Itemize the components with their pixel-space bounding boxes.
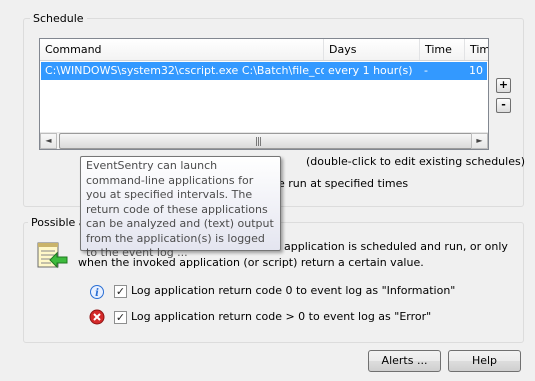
tooltip-text: EventSentry can launch command-line appl… bbox=[86, 159, 274, 259]
scroll-right-button[interactable]: ► bbox=[471, 133, 488, 149]
scroll-left-button[interactable]: ◄ bbox=[40, 133, 57, 149]
possible-text-line1: application is scheduled and run, or onl… bbox=[284, 240, 508, 253]
error-icon bbox=[89, 309, 105, 325]
cell-time: - bbox=[424, 64, 428, 77]
notepad-arrow-icon bbox=[35, 240, 69, 272]
log-error-label[interactable]: Log application return code > 0 to event… bbox=[131, 310, 431, 323]
tooltip: EventSentry can launch command-line appl… bbox=[80, 156, 281, 259]
cell-time-2: 10 bbox=[469, 64, 483, 77]
cell-command: C:\WINDOWS\system32\cscript.exe C:\Batch… bbox=[45, 64, 324, 77]
cell-days: every 1 hour(s) bbox=[328, 64, 413, 77]
alerts-button[interactable]: Alerts ... bbox=[368, 350, 441, 372]
column-command[interactable]: Command bbox=[40, 39, 324, 60]
edit-hint: (double-click to edit existing schedules… bbox=[306, 155, 525, 168]
scroll-grip-icon: ||| bbox=[255, 137, 262, 147]
add-schedule-button[interactable]: + bbox=[496, 78, 511, 93]
svg-text:i: i bbox=[95, 288, 99, 299]
log-info-checkbox[interactable]: ✓ bbox=[114, 285, 127, 298]
horizontal-scrollbar[interactable]: ◄ ||| ► bbox=[40, 132, 488, 149]
column-time-2[interactable]: Time bbox=[465, 39, 488, 60]
log-info-label[interactable]: Log application return code 0 to event l… bbox=[131, 284, 455, 297]
schedule-list[interactable]: Command Days Time Time C:\WINDOWS\system… bbox=[39, 38, 489, 150]
table-row[interactable]: C:\WINDOWS\system32\cscript.exe C:\Batch… bbox=[41, 62, 487, 80]
column-time[interactable]: Time bbox=[420, 39, 465, 60]
remove-schedule-button[interactable]: - bbox=[496, 98, 511, 113]
log-error-checkbox[interactable]: ✓ bbox=[114, 311, 127, 324]
scroll-thumb[interactable]: ||| bbox=[59, 133, 477, 149]
schedule-description: e run at specified times bbox=[278, 177, 409, 190]
column-days[interactable]: Days bbox=[324, 39, 420, 60]
schedule-group-title: Schedule bbox=[30, 12, 87, 25]
help-button[interactable]: Help bbox=[448, 350, 521, 372]
list-header: Command Days Time Time bbox=[40, 39, 488, 61]
info-icon: i bbox=[89, 284, 105, 300]
